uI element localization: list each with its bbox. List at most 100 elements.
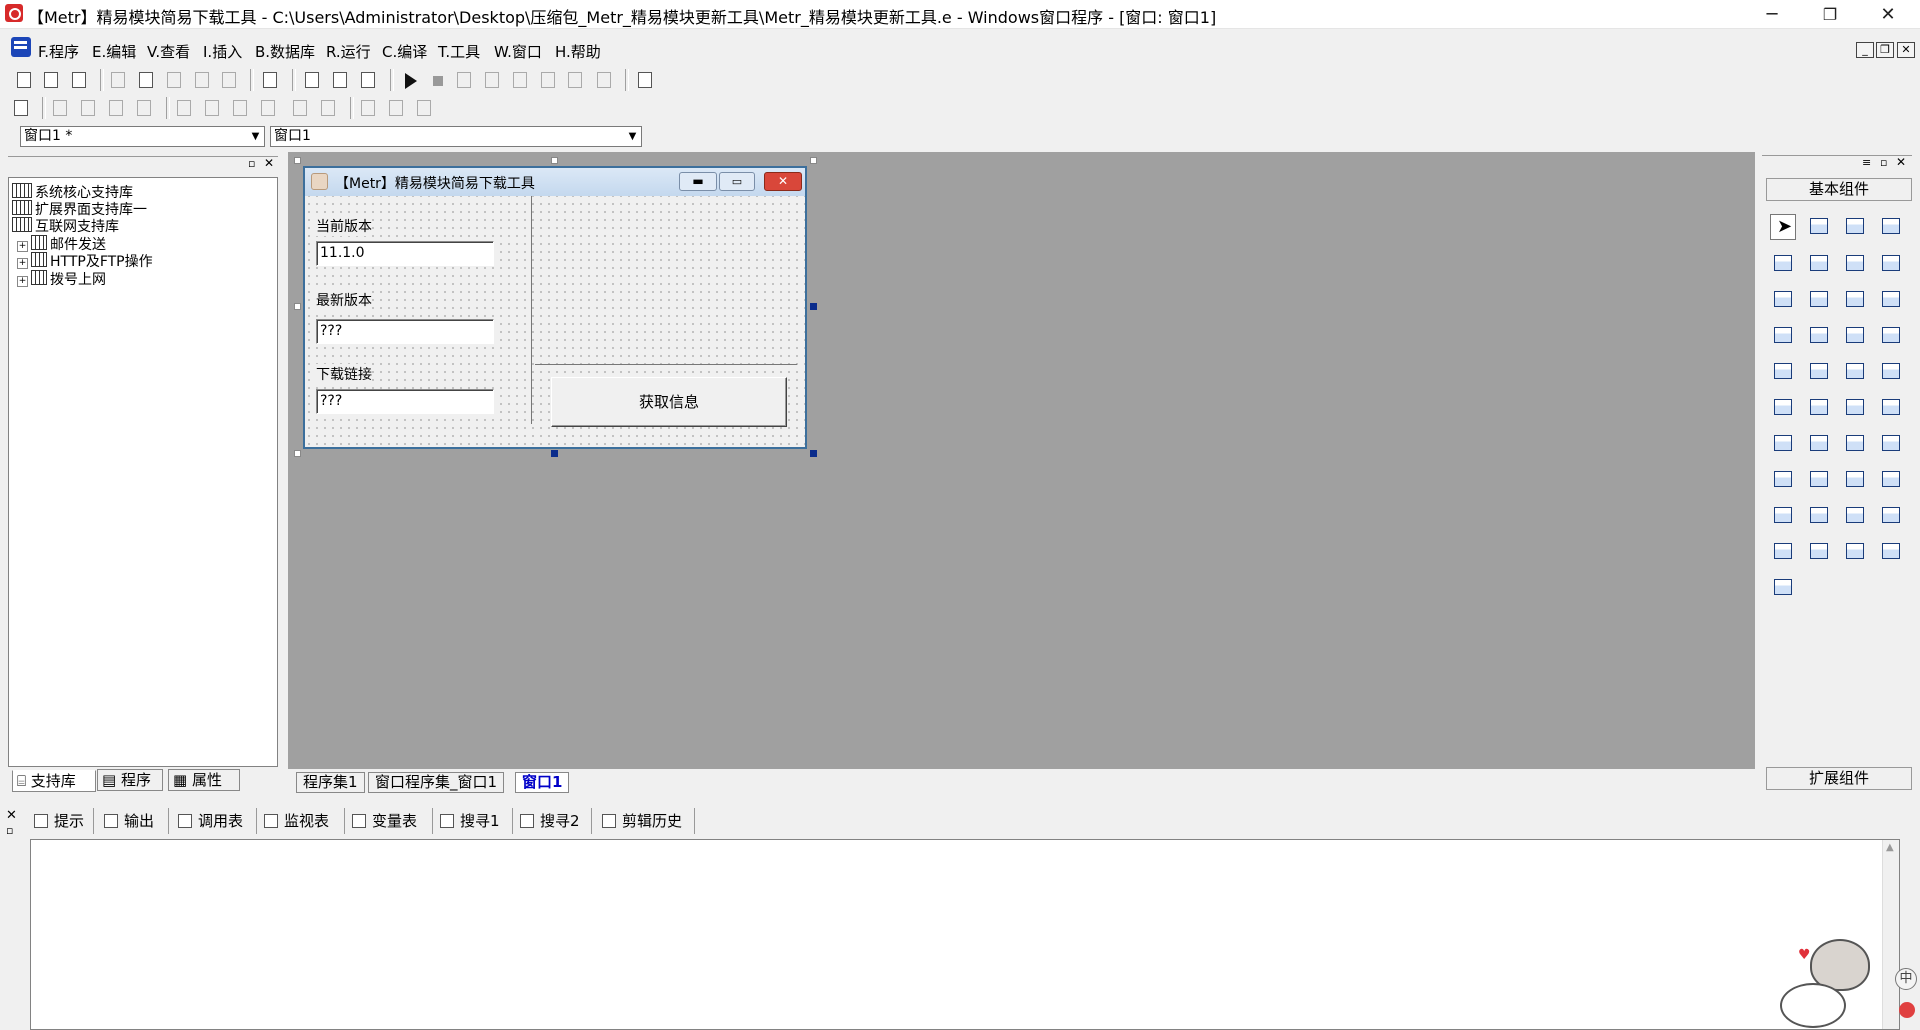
vscroll-tool-icon[interactable] xyxy=(1842,323,1868,349)
client-tool-icon[interactable] xyxy=(1770,503,1796,529)
event-selector[interactable]: 窗口1 ▼ xyxy=(270,126,642,147)
minimize-button[interactable]: ─ xyxy=(1743,0,1801,29)
resize-handle[interactable] xyxy=(294,450,301,457)
maximize-button[interactable]: ❐ xyxy=(1801,0,1859,29)
date-tool-icon[interactable] xyxy=(1770,395,1796,421)
pointer-tool-icon[interactable]: ➤ xyxy=(1770,214,1796,240)
same-size-icon[interactable] xyxy=(412,96,436,120)
dock-float-icon[interactable]: ▫ xyxy=(6,824,13,837)
resize-handle[interactable] xyxy=(294,303,301,310)
label-download-link[interactable]: 下载链接 xyxy=(316,364,372,384)
tab-tool-icon[interactable] xyxy=(1806,359,1832,385)
menu-view[interactable]: V.查看 xyxy=(147,41,190,62)
open-folder-icon[interactable] xyxy=(39,68,63,92)
tab-hints[interactable]: 提示 xyxy=(34,808,84,834)
tab-search-2[interactable]: 搜寻2 xyxy=(520,808,580,834)
align-top-icon[interactable] xyxy=(104,96,128,120)
panel-menu-icon[interactable]: ≡ xyxy=(1862,156,1871,169)
tab-variables[interactable]: 变量表 xyxy=(352,808,417,834)
align-left-icon[interactable] xyxy=(48,96,72,120)
debug-tool-icon[interactable] xyxy=(633,68,657,92)
shape-tool-icon[interactable] xyxy=(1878,214,1904,240)
new-file-icon[interactable] xyxy=(12,68,36,92)
mdi-minimize-button[interactable]: _ xyxy=(1856,42,1874,58)
hscroll-tool-icon[interactable] xyxy=(1806,323,1832,349)
tree-item-internet-library[interactable]: 互联网支持库 xyxy=(12,216,119,236)
database-tool-icon[interactable] xyxy=(1806,539,1832,565)
space-v-icon[interactable] xyxy=(228,96,252,120)
panel-close-icon[interactable]: ✕ xyxy=(264,156,274,170)
timer-tool-icon[interactable] xyxy=(1770,467,1796,493)
serial-tool-icon[interactable] xyxy=(1842,467,1868,493)
data-source-tool-icon[interactable] xyxy=(1770,539,1796,565)
center-v-icon[interactable] xyxy=(200,96,224,120)
checkbox-tool-icon[interactable] xyxy=(1770,287,1796,313)
mdi-restore-button[interactable]: ❐ xyxy=(1876,42,1894,58)
odbc-tool-icon[interactable] xyxy=(1878,539,1904,565)
table-tool-icon[interactable] xyxy=(1878,431,1904,457)
redo-icon[interactable] xyxy=(190,68,214,92)
tab-support-library[interactable]: ⌸ 支持库 xyxy=(12,770,96,792)
align-bottom-icon[interactable] xyxy=(132,96,156,120)
printer-tool-icon[interactable] xyxy=(1806,467,1832,493)
menu-help[interactable]: H.帮助 xyxy=(555,41,601,62)
close-button[interactable]: ✕ xyxy=(1859,0,1917,29)
object-selector[interactable]: 窗口1 * ▼ xyxy=(20,126,265,147)
label-tool-icon[interactable] xyxy=(1806,214,1832,240)
distribute-h-icon[interactable] xyxy=(288,96,312,120)
extended-components-button[interactable]: 扩展组件 xyxy=(1766,767,1912,790)
tab-window-1[interactable]: 窗口1 xyxy=(515,772,570,793)
designed-form-window[interactable]: 【Metr】精易模块简易下载工具 ▬ ▭ ✕ 当前版本 11.1.0 最新版本 … xyxy=(303,166,807,449)
undo-icon[interactable] xyxy=(217,68,241,92)
tab-output[interactable]: 输出 xyxy=(104,808,154,834)
resize-handle[interactable] xyxy=(551,157,558,164)
ide-logo-icon[interactable] xyxy=(11,37,31,57)
current-version-field[interactable]: 11.1.0 xyxy=(316,241,494,266)
resize-handle[interactable] xyxy=(810,450,817,457)
expand-plus-icon[interactable]: + xyxy=(17,276,28,287)
label-latest-version[interactable]: 最新版本 xyxy=(316,290,372,310)
stop-icon[interactable] xyxy=(425,68,449,92)
tab-watch[interactable]: 监视表 xyxy=(264,808,329,834)
same-width-icon[interactable] xyxy=(356,96,380,120)
tray-app-icon[interactable] xyxy=(1899,1002,1915,1018)
tab-search-1[interactable]: 搜寻1 xyxy=(440,808,500,834)
label-current-version[interactable]: 当前版本 xyxy=(316,216,372,236)
download-link-field[interactable]: ??? xyxy=(316,389,494,414)
drive-tool-icon[interactable] xyxy=(1806,395,1832,421)
image-tool-icon[interactable] xyxy=(1842,214,1868,240)
tab-assembly-1[interactable]: 程序集1 xyxy=(296,772,365,793)
tab-window-assembly[interactable]: 窗口程序集_窗口1 xyxy=(368,772,505,793)
vertical-scrollbar[interactable]: ▲ xyxy=(1882,840,1899,1029)
resize-handle[interactable] xyxy=(551,450,558,457)
dir-tool-icon[interactable] xyxy=(1842,395,1868,421)
paste-icon[interactable] xyxy=(162,68,186,92)
color-tool-icon[interactable] xyxy=(1770,431,1796,457)
font-tool-icon[interactable] xyxy=(1842,251,1868,277)
network-tool-icon[interactable] xyxy=(1878,467,1904,493)
panel-float-icon[interactable]: ▫ xyxy=(248,157,255,170)
file-tool-icon[interactable] xyxy=(1878,395,1904,421)
get-info-button[interactable]: 获取信息 xyxy=(551,377,787,427)
tab-properties[interactable]: ▦ 属性 xyxy=(168,769,240,791)
frame-tool-icon[interactable] xyxy=(1842,503,1868,529)
align-right-icon[interactable] xyxy=(76,96,100,120)
hand-icon[interactable] xyxy=(592,68,616,92)
menu-compile[interactable]: C.编译 xyxy=(382,41,427,62)
menu-window[interactable]: W.窗口 xyxy=(494,41,542,62)
spin-tool-icon[interactable] xyxy=(1842,431,1868,457)
distribute-v-icon[interactable] xyxy=(316,96,340,120)
odbc-source-tool-icon[interactable] xyxy=(1770,575,1796,601)
radio-tool-icon[interactable] xyxy=(1806,287,1832,313)
menu-tools[interactable]: T.工具 xyxy=(438,41,480,62)
menu-database[interactable]: B.数据库 xyxy=(255,41,315,62)
group-box-tool-icon[interactable] xyxy=(1806,251,1832,277)
menu-run[interactable]: R.运行 xyxy=(326,41,371,62)
menu-insert[interactable]: I.插入 xyxy=(203,41,242,62)
slider-tool-icon[interactable] xyxy=(1770,359,1796,385)
resize-handle[interactable] xyxy=(810,303,817,310)
ime-indicator[interactable]: 中 xyxy=(1895,968,1917,990)
scroll-up-icon[interactable]: ▲ xyxy=(1886,842,1894,853)
dropdown-arrow-icon[interactable]: ▼ xyxy=(624,127,641,146)
progress-tool-icon[interactable] xyxy=(1878,323,1904,349)
